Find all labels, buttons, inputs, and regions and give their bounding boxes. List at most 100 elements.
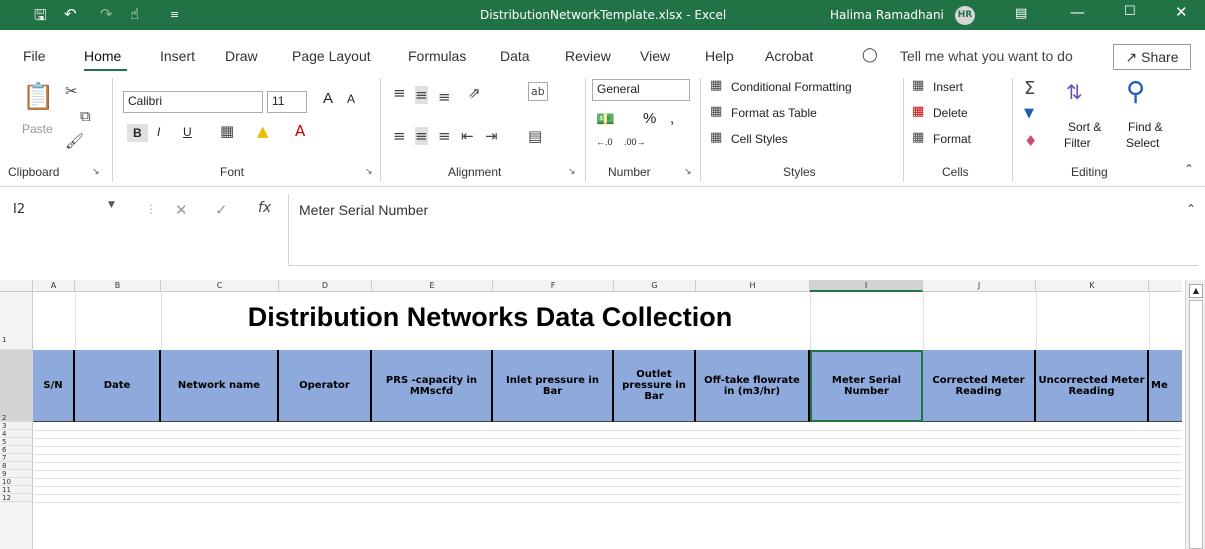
- font-color-icon[interactable]: A: [295, 122, 305, 140]
- increase-indent-icon[interactable]: ⇥: [485, 127, 498, 145]
- accounting-format-icon[interactable]: 💵: [596, 110, 615, 128]
- find-label[interactable]: Find &: [1128, 120, 1163, 134]
- fill-icon[interactable]: ▼: [1024, 106, 1034, 121]
- header-cell-corrected-meter-reading[interactable]: Corrected Meter Reading: [923, 350, 1036, 422]
- row-header-8[interactable]: 8: [0, 462, 33, 470]
- cell-styles-icon[interactable]: ▦: [710, 130, 722, 145]
- tab-page-layout[interactable]: Page Layout: [292, 48, 371, 64]
- row-header-6[interactable]: 6: [0, 446, 33, 454]
- underline-button[interactable]: U: [183, 125, 192, 139]
- autosum-icon[interactable]: Σ: [1024, 78, 1035, 99]
- header-cell-inlet-pressure[interactable]: Inlet pressure in Bar: [493, 350, 614, 422]
- redo-icon[interactable]: ↷: [100, 5, 113, 23]
- format-painter-icon[interactable]: 🖌: [65, 132, 84, 150]
- header-cell-operator[interactable]: Operator: [279, 350, 372, 422]
- tab-acrobat[interactable]: Acrobat: [765, 48, 813, 64]
- alignment-launcher-icon[interactable]: ↘: [568, 167, 576, 177]
- merge-center-icon[interactable]: ▤: [528, 127, 542, 145]
- scroll-up-icon[interactable]: ▲: [1189, 284, 1203, 298]
- clear-icon[interactable]: ♦: [1024, 132, 1037, 150]
- align-center-icon[interactable]: ≡: [415, 127, 428, 145]
- insert-function-icon[interactable]: fx: [258, 200, 271, 216]
- sort-filter-icon[interactable]: ⇅: [1066, 80, 1083, 104]
- save-icon[interactable]: 🖫: [34, 5, 47, 30]
- number-format-box[interactable]: General: [592, 79, 690, 101]
- maximize-icon[interactable]: ☐: [1124, 4, 1136, 19]
- bold-button[interactable]: B: [127, 124, 148, 142]
- italic-button[interactable]: I: [157, 125, 160, 139]
- delete-cells-icon[interactable]: ▦: [912, 104, 924, 119]
- sheet-title[interactable]: Distribution Networks Data Collection: [190, 302, 790, 333]
- header-cell-off-take-flowrate[interactable]: Off-take flowrate in (m3/hr): [696, 350, 810, 422]
- font-name-box[interactable]: Calibri: [123, 91, 263, 113]
- percent-button[interactable]: %: [643, 110, 656, 127]
- font-size-box[interactable]: 11: [267, 91, 307, 113]
- tab-home[interactable]: Home: [84, 48, 121, 64]
- column-header-d[interactable]: D: [279, 280, 372, 292]
- column-header-h[interactable]: H: [696, 280, 810, 292]
- header-cell-date[interactable]: Date: [75, 350, 161, 422]
- bottom-align-icon[interactable]: ≡: [438, 88, 451, 106]
- tab-formulas[interactable]: Formulas: [408, 48, 466, 64]
- header-cell-truncated[interactable]: Me: [1149, 350, 1182, 422]
- clipboard-launcher-icon[interactable]: ↘: [92, 167, 100, 177]
- tab-data[interactable]: Data: [500, 48, 530, 64]
- column-header-f[interactable]: F: [493, 280, 614, 292]
- header-cell-outlet-pressure[interactable]: Outlet pressure in Bar: [614, 350, 696, 422]
- orientation-icon[interactable]: ⇗: [468, 84, 481, 102]
- lightbulb-icon[interactable]: ◯: [862, 47, 878, 63]
- find-icon[interactable]: ⚲: [1126, 77, 1145, 107]
- column-header-e[interactable]: E: [372, 280, 493, 292]
- avatar[interactable]: HR: [955, 6, 975, 25]
- undo-icon[interactable]: ↶: [64, 5, 77, 23]
- column-header-a[interactable]: A: [33, 280, 75, 292]
- top-align-icon[interactable]: ≡: [393, 84, 406, 102]
- decrease-decimal-button[interactable]: .00→: [624, 137, 646, 147]
- name-box-dropdown-icon[interactable]: ▼: [108, 200, 115, 210]
- middle-align-icon[interactable]: ≡: [415, 86, 428, 104]
- close-icon[interactable]: ✕: [1175, 3, 1188, 21]
- row-header-9[interactable]: 9: [0, 470, 33, 478]
- column-header-i[interactable]: I: [810, 280, 923, 292]
- number-launcher-icon[interactable]: ↘: [684, 167, 692, 177]
- row-header-5[interactable]: 5: [0, 438, 33, 446]
- header-cell-prs-capacity[interactable]: PRS -capacity in MMscfd: [372, 350, 493, 422]
- ribbon-display-icon[interactable]: ▤: [1015, 6, 1027, 21]
- row-header-4[interactable]: 4: [0, 430, 33, 438]
- column-header-g[interactable]: G: [614, 280, 696, 292]
- tab-review[interactable]: Review: [565, 48, 611, 64]
- column-header-j[interactable]: J: [923, 280, 1036, 292]
- tab-help[interactable]: Help: [705, 48, 734, 64]
- tab-view[interactable]: View: [640, 48, 670, 64]
- sort-label[interactable]: Sort &: [1068, 120, 1101, 134]
- shrink-font-button[interactable]: A: [347, 92, 355, 106]
- row-header-3[interactable]: 3: [0, 422, 33, 430]
- cut-icon[interactable]: ✂: [65, 82, 78, 100]
- column-header-k[interactable]: K: [1036, 280, 1149, 292]
- row-header-2[interactable]: 2: [0, 350, 33, 422]
- select-all-corner[interactable]: [0, 280, 33, 292]
- confirm-entry-icon[interactable]: ✓: [215, 201, 228, 219]
- increase-decimal-button[interactable]: ←.0: [596, 137, 613, 147]
- name-box[interactable]: I2: [5, 199, 135, 221]
- expand-formula-bar-icon[interactable]: ⌃: [1186, 202, 1196, 216]
- borders-icon[interactable]: ▦: [220, 122, 234, 140]
- align-right-icon[interactable]: ≡: [438, 127, 451, 145]
- copy-icon[interactable]: ⧉: [80, 107, 91, 125]
- wrap-text-icon[interactable]: ab: [528, 82, 548, 101]
- column-header-b[interactable]: B: [75, 280, 161, 292]
- comma-button[interactable]: ,: [670, 110, 674, 127]
- scroll-thumb[interactable]: [1189, 300, 1203, 549]
- paste-icon[interactable]: 📋: [22, 82, 54, 112]
- filter-label[interactable]: Filter: [1064, 136, 1091, 150]
- touch-mode-icon[interactable]: ☝: [130, 5, 139, 23]
- header-cell-uncorrected-meter-reading[interactable]: Uncorrected Meter Reading: [1036, 350, 1149, 422]
- column-header-c[interactable]: C: [161, 280, 279, 292]
- tab-file[interactable]: File: [23, 48, 46, 64]
- tab-insert[interactable]: Insert: [160, 48, 195, 64]
- format-as-table-icon[interactable]: ▦: [710, 104, 722, 119]
- fill-color-icon[interactable]: ▲: [257, 122, 269, 140]
- align-left-icon[interactable]: ≡: [393, 127, 406, 145]
- share-button[interactable]: ↗ Share: [1113, 44, 1191, 70]
- conditional-formatting-button[interactable]: Conditional Formatting: [731, 80, 852, 94]
